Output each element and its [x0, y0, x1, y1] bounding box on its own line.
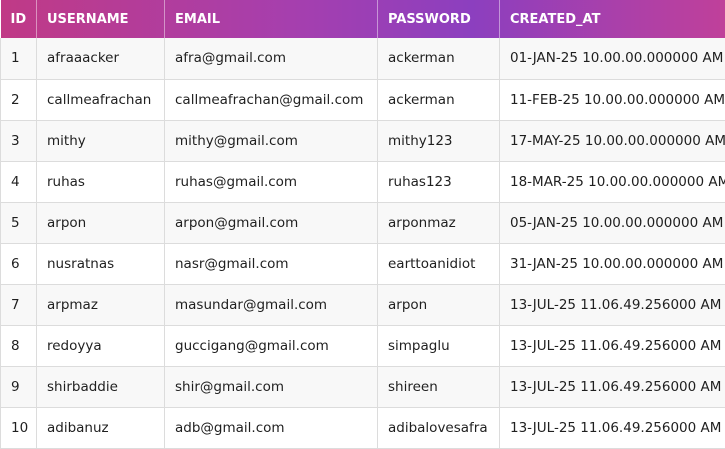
table-row[interactable]: 1 afraaacker afra@gmail.com ackerman 01-… [0, 38, 725, 80]
cell-created-at[interactable]: 17-MAY-25 10.00.00.000000 AM [499, 120, 725, 162]
cell-email[interactable]: adb@gmail.com [164, 407, 378, 449]
cell-username[interactable]: adibanuz [36, 407, 165, 449]
cell-created-at[interactable]: 13-JUL-25 11.06.49.256000 AM [499, 325, 725, 367]
cell-id[interactable]: 5 [0, 202, 37, 244]
cell-created-at[interactable]: 13-JUL-25 11.06.49.256000 AM [499, 284, 725, 326]
table-row[interactable]: 7 arpmaz masundar@gmail.com arpon 13-JUL… [0, 284, 725, 326]
cell-id[interactable]: 4 [0, 161, 37, 203]
cell-created-at[interactable]: 18-MAR-25 10.00.00.000000 AM [499, 161, 725, 203]
cell-username[interactable]: mithy [36, 120, 165, 162]
table-row[interactable]: 5 arpon arpon@gmail.com arponmaz 05-JAN-… [0, 202, 725, 244]
cell-id[interactable]: 10 [0, 407, 37, 449]
users-table: ID USERNAME EMAIL PASSWORD CREATED_AT 1 … [0, 0, 725, 449]
cell-email[interactable]: shir@gmail.com [164, 366, 378, 408]
cell-password[interactable]: mithy123 [377, 120, 500, 162]
table-row[interactable]: 6 nusratnas nasr@gmail.com earttoanidiot… [0, 243, 725, 285]
cell-created-at[interactable]: 11-FEB-25 10.00.00.000000 AM [499, 79, 725, 121]
column-header-email[interactable]: EMAIL [164, 0, 378, 38]
table-row[interactable]: 10 adibanuz adb@gmail.com adibalovesafra… [0, 407, 725, 449]
cell-id[interactable]: 9 [0, 366, 37, 408]
cell-username[interactable]: afraaacker [36, 38, 165, 80]
cell-created-at[interactable]: 01-JAN-25 10.00.00.000000 AM [499, 38, 725, 80]
table-body: 1 afraaacker afra@gmail.com ackerman 01-… [0, 38, 725, 449]
cell-password[interactable]: simpaglu [377, 325, 500, 367]
cell-id[interactable]: 7 [0, 284, 37, 326]
cell-id[interactable]: 8 [0, 325, 37, 367]
table-header: ID USERNAME EMAIL PASSWORD CREATED_AT [0, 0, 725, 38]
cell-email[interactable]: guccigang@gmail.com [164, 325, 378, 367]
cell-id[interactable]: 6 [0, 243, 37, 285]
cell-username[interactable]: arpmaz [36, 284, 165, 326]
column-header-created-at[interactable]: CREATED_AT [500, 0, 725, 38]
cell-email[interactable]: mithy@gmail.com [164, 120, 378, 162]
column-header-password[interactable]: PASSWORD [377, 0, 500, 38]
cell-email[interactable]: nasr@gmail.com [164, 243, 378, 285]
table-row[interactable]: 9 shirbaddie shir@gmail.com shireen 13-J… [0, 366, 725, 408]
cell-email[interactable]: ruhas@gmail.com [164, 161, 378, 203]
cell-username[interactable]: redoyya [36, 325, 165, 367]
cell-password[interactable]: adibalovesafra [377, 407, 500, 449]
cell-password[interactable]: earttoanidiot [377, 243, 500, 285]
table-row[interactable]: 8 redoyya guccigang@gmail.com simpaglu 1… [0, 325, 725, 367]
table-row[interactable]: 3 mithy mithy@gmail.com mithy123 17-MAY-… [0, 120, 725, 162]
cell-password[interactable]: ruhas123 [377, 161, 500, 203]
cell-email[interactable]: arpon@gmail.com [164, 202, 378, 244]
cell-created-at[interactable]: 13-JUL-25 11.06.49.256000 AM [499, 366, 725, 408]
cell-username[interactable]: callmeafrachan [36, 79, 165, 121]
cell-username[interactable]: shirbaddie [36, 366, 165, 408]
column-header-username[interactable]: USERNAME [36, 0, 165, 38]
cell-password[interactable]: arpon [377, 284, 500, 326]
cell-username[interactable]: arpon [36, 202, 165, 244]
cell-created-at[interactable]: 31-JAN-25 10.00.00.000000 AM [499, 243, 725, 285]
cell-password[interactable]: ackerman [377, 38, 500, 80]
table-row[interactable]: 4 ruhas ruhas@gmail.com ruhas123 18-MAR-… [0, 161, 725, 203]
cell-created-at[interactable]: 13-JUL-25 11.06.49.256000 AM [499, 407, 725, 449]
cell-id[interactable]: 3 [0, 120, 37, 162]
cell-email[interactable]: callmeafrachan@gmail.com [164, 79, 378, 121]
cell-username[interactable]: nusratnas [36, 243, 165, 285]
column-header-id[interactable]: ID [0, 0, 37, 38]
cell-id[interactable]: 1 [0, 38, 37, 80]
cell-password[interactable]: shireen [377, 366, 500, 408]
table-row[interactable]: 2 callmeafrachan callmeafrachan@gmail.co… [0, 79, 725, 121]
cell-password[interactable]: ackerman [377, 79, 500, 121]
cell-email[interactable]: masundar@gmail.com [164, 284, 378, 326]
cell-created-at[interactable]: 05-JAN-25 10.00.00.000000 AM [499, 202, 725, 244]
cell-email[interactable]: afra@gmail.com [164, 38, 378, 80]
cell-id[interactable]: 2 [0, 79, 37, 121]
cell-password[interactable]: arponmaz [377, 202, 500, 244]
header-row: ID USERNAME EMAIL PASSWORD CREATED_AT [0, 0, 725, 38]
cell-username[interactable]: ruhas [36, 161, 165, 203]
